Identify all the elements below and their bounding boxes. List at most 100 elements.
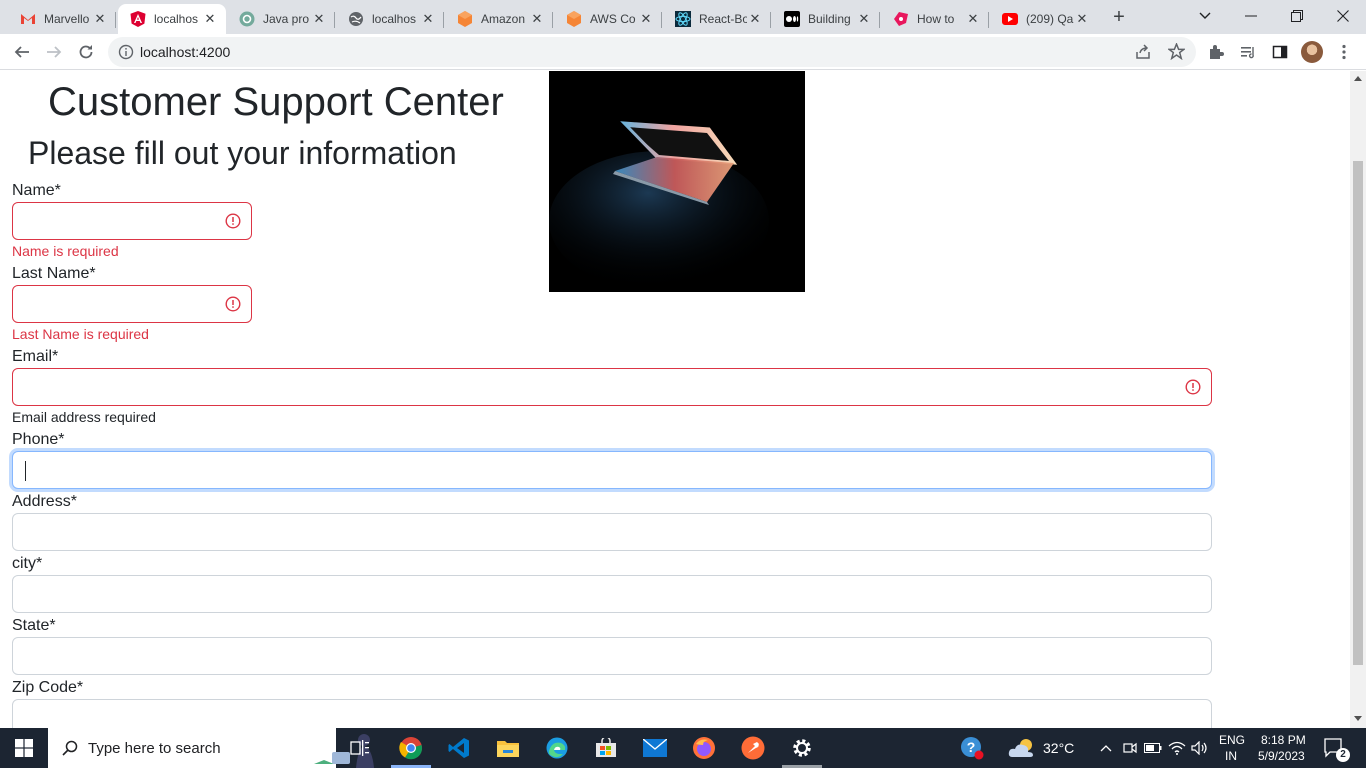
page-scrollbar[interactable] xyxy=(1350,71,1366,728)
browser-tab[interactable]: AWS Co ✕ xyxy=(554,4,662,34)
address-label: Address* xyxy=(12,493,77,510)
site-info-icon[interactable] xyxy=(118,44,134,65)
close-tab-icon[interactable]: ✕ xyxy=(965,11,981,27)
language-region[interactable]: IN xyxy=(1225,749,1237,763)
language-code[interactable]: ENG xyxy=(1219,733,1245,747)
share-icon[interactable] xyxy=(1135,44,1151,65)
browser-tab[interactable]: Marvello ✕ xyxy=(8,4,116,34)
reload-button[interactable] xyxy=(72,38,100,66)
volume-icon[interactable] xyxy=(1186,734,1214,762)
scroll-down-arrow[interactable] xyxy=(1354,716,1362,721)
chatgpt-icon xyxy=(239,11,255,27)
close-window-button[interactable] xyxy=(1320,0,1366,32)
back-button[interactable] xyxy=(8,38,36,66)
address-bar[interactable]: localhost:4200 xyxy=(108,37,1196,67)
close-tab-icon[interactable]: ✕ xyxy=(202,11,218,27)
help-icon[interactable]: ? xyxy=(958,734,986,762)
gmail-icon xyxy=(20,11,36,27)
tab-title: Building xyxy=(808,12,851,26)
zip-field[interactable] xyxy=(12,699,1212,728)
postman-taskbar-icon[interactable] xyxy=(739,734,767,762)
phone-field[interactable] xyxy=(12,451,1212,489)
close-tab-icon[interactable]: ✕ xyxy=(1074,11,1090,27)
tab-separator xyxy=(879,12,880,28)
minimize-button[interactable] xyxy=(1228,0,1274,32)
browser-toolbar: localhost:4200 xyxy=(0,34,1366,70)
city-field[interactable] xyxy=(12,575,1212,613)
city-label: city* xyxy=(12,555,43,572)
svg-text:?: ? xyxy=(967,739,976,755)
task-view-icon[interactable] xyxy=(346,734,374,762)
forward-button[interactable] xyxy=(40,38,68,66)
restore-button[interactable] xyxy=(1274,0,1320,32)
firefox-taskbar-icon[interactable] xyxy=(690,734,718,762)
close-tab-icon[interactable]: ✕ xyxy=(420,11,436,27)
close-tab-icon[interactable]: ✕ xyxy=(638,11,654,27)
scroll-up-arrow[interactable] xyxy=(1354,76,1362,81)
tab-title: Java pro xyxy=(263,12,310,26)
clock-time[interactable]: 8:18 PM xyxy=(1261,733,1306,747)
weather-icon xyxy=(1008,734,1036,762)
tab-separator xyxy=(443,12,444,28)
browser-tab[interactable]: localhos ✕ xyxy=(336,4,444,34)
side-panel-icon[interactable] xyxy=(1266,38,1294,66)
browser-tab-active[interactable]: localhos ✕ xyxy=(118,4,226,34)
browser-tab[interactable]: Amazon ✕ xyxy=(445,4,553,34)
browser-tab[interactable]: (209) Qa ✕ xyxy=(990,4,1098,34)
browser-tab[interactable]: React-Bo ✕ xyxy=(663,4,771,34)
media-control-icon[interactable] xyxy=(1234,38,1262,66)
phone-label: Phone* xyxy=(12,431,65,448)
file-explorer-icon[interactable] xyxy=(494,734,522,762)
error-icon xyxy=(1185,379,1201,395)
name-error: Name is required xyxy=(12,243,119,259)
store-taskbar-icon[interactable] xyxy=(592,734,620,762)
taskbar: Type here to search ? 32°C ENG IN 8:18 P… xyxy=(0,728,1366,768)
scrollbar-thumb[interactable] xyxy=(1353,161,1363,665)
bookmark-star-icon[interactable] xyxy=(1166,42,1187,65)
windows-start-icon[interactable] xyxy=(10,734,38,762)
edge-taskbar-icon[interactable] xyxy=(543,734,571,762)
tab-search-icon[interactable] xyxy=(1182,0,1228,32)
tab-title: (209) Qa xyxy=(1026,12,1074,26)
browser-tab[interactable]: How to ✕ xyxy=(881,4,989,34)
tab-title: AWS Co xyxy=(590,12,636,26)
page-subtitle: Please fill out your information xyxy=(28,135,457,171)
text-caret xyxy=(25,461,26,481)
last-name-field[interactable] xyxy=(12,285,252,323)
close-tab-icon[interactable]: ✕ xyxy=(529,11,545,27)
browser-tab[interactable]: Building ✕ xyxy=(772,4,880,34)
notification-count: 2 xyxy=(1336,748,1350,762)
tab-separator xyxy=(988,12,989,28)
close-tab-icon[interactable]: ✕ xyxy=(747,11,763,27)
email-label: Email* xyxy=(12,348,59,365)
react-icon xyxy=(675,11,691,27)
name-label: Name* xyxy=(12,182,61,199)
hashnode-icon xyxy=(893,11,909,27)
tab-separator xyxy=(552,12,553,28)
angular-icon xyxy=(130,11,146,27)
tab-separator xyxy=(770,12,771,28)
settings-taskbar-icon[interactable] xyxy=(788,734,816,762)
email-field[interactable] xyxy=(12,368,1212,406)
name-field[interactable] xyxy=(12,202,252,240)
zip-label: Zip Code* xyxy=(12,679,84,696)
clock-date[interactable]: 5/9/2023 xyxy=(1258,749,1305,763)
vscode-taskbar-icon[interactable] xyxy=(445,734,473,762)
mail-taskbar-icon[interactable] xyxy=(641,734,669,762)
youtube-icon xyxy=(1002,11,1018,27)
aws-icon xyxy=(566,11,582,27)
state-field[interactable] xyxy=(12,637,1212,675)
tab-title: localhos xyxy=(372,12,417,26)
close-tab-icon[interactable]: ✕ xyxy=(92,11,108,27)
browser-menu-icon[interactable] xyxy=(1330,38,1358,66)
browser-tab[interactable]: Java pro ✕ xyxy=(227,4,335,34)
address-field[interactable] xyxy=(12,513,1212,551)
close-tab-icon[interactable]: ✕ xyxy=(856,11,872,27)
profile-avatar[interactable] xyxy=(1301,41,1323,63)
close-tab-icon[interactable]: ✕ xyxy=(311,11,327,27)
new-tab-button[interactable]: + xyxy=(1107,6,1131,30)
extensions-icon[interactable] xyxy=(1202,38,1230,66)
taskbar-search[interactable]: Type here to search xyxy=(48,728,374,768)
weather-temperature[interactable]: 32°C xyxy=(1043,740,1074,756)
chrome-taskbar-icon[interactable] xyxy=(397,734,425,762)
